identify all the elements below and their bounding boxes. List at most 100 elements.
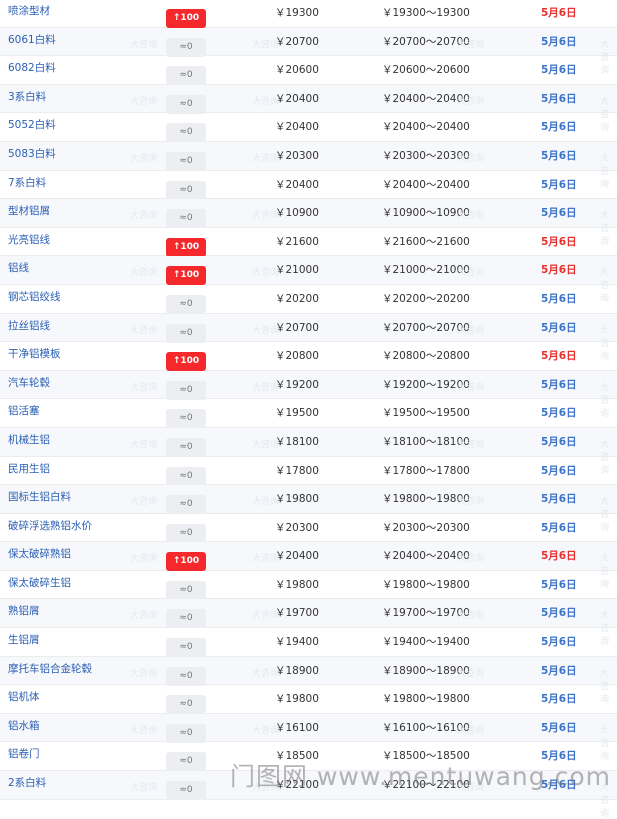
update-date: 5月6日 xyxy=(541,292,577,305)
table-row: 5083白料 ≈0 ￥20300 ￥20300～20300 5月6日 大咨询 大咨询 大咨询大… xyxy=(0,141,617,190)
product-name-link[interactable]: 铝活塞 xyxy=(8,399,40,428)
price-value: ￥19700 xyxy=(275,607,319,620)
table-row: 摩托车铝合金轮毂 ≈0 ￥18900 ￥18900～18900 5月6日 大咨询 大咨询 大咨… xyxy=(0,656,617,705)
table-row: 汽车轮毂 ≈0 ￥19200 ￥19200～19200 5月6日 大咨询 大咨询 大咨询 大咨询 xyxy=(0,370,617,419)
update-date: 5月6日 xyxy=(541,378,577,391)
product-name-link[interactable]: 6082白料 xyxy=(8,56,56,85)
product-name-link[interactable]: 5083白料 xyxy=(8,142,56,171)
product-name-link[interactable]: 生铝屑 xyxy=(8,628,40,657)
change-cell: ≈0 xyxy=(166,661,206,686)
product-name-link[interactable]: 2系白料 xyxy=(8,771,46,800)
price-value: ￥20300 xyxy=(275,521,319,534)
price-range: ￥20300～20300 xyxy=(382,521,470,534)
row-watermark: 大咨询 xyxy=(130,725,158,736)
product-name-link[interactable]: 光亮铝线 xyxy=(8,228,50,257)
change-cell: ≈0 xyxy=(166,632,206,658)
price-range: ￥10900～10900 xyxy=(382,207,470,220)
change-flat-badge: ≈0 xyxy=(166,723,206,743)
price-range: ￥17800～17800 xyxy=(382,464,470,477)
update-date: 5月6日 xyxy=(541,664,577,677)
change-cell: ≈0 xyxy=(166,89,206,114)
product-name-link[interactable]: 拉丝铝线 xyxy=(8,314,50,343)
change-flat-badge: ≈0 xyxy=(166,66,206,86)
product-name-link[interactable]: 干净铝模板 xyxy=(8,342,61,371)
row-watermark: 大咨询 xyxy=(130,211,158,222)
product-name-link[interactable]: 钢芯铝绞线 xyxy=(8,285,61,314)
table-row: 钢芯铝绞线 ≈0 ￥20200 ￥20200～20200 5月6日 xyxy=(0,285,617,314)
price-value: ￥20700 xyxy=(275,35,319,48)
update-date: 5月6日 xyxy=(541,7,577,19)
price-value: ￥19800 xyxy=(275,693,319,706)
product-name-link[interactable]: 汽车轮毂 xyxy=(8,371,50,400)
table-row: 6082白料 ≈0 ￥20600 ￥20600～20600 5月6日 xyxy=(0,56,617,86)
price-range: ￥18900～18900 xyxy=(382,664,470,677)
change-cell: ≈0 xyxy=(166,689,206,715)
table-row: 5052白料 ≈0 ￥20400 ￥20400～20400 5月6日 xyxy=(0,113,617,143)
table-row: 喷涂型材 ↑100 ￥19300 ￥19300～19300 5月6日 xyxy=(0,0,617,28)
table-row: 铝活塞 ≈0 ￥19500 ￥19500～19500 5月6日 xyxy=(0,399,617,429)
change-flat-badge: ≈0 xyxy=(166,123,206,143)
change-cell: ↑100 xyxy=(166,546,206,572)
change-flat-badge: ≈0 xyxy=(166,209,206,229)
product-name-link[interactable]: 铝机体 xyxy=(8,685,40,714)
change-cell: ≈0 xyxy=(166,289,206,314)
change-flat-badge: ≈0 xyxy=(166,580,206,600)
change-cell: ↑100 xyxy=(166,346,206,372)
row-watermark: 大咨询 xyxy=(130,96,158,107)
product-name-link[interactable]: 国标生铝白料 xyxy=(8,485,71,514)
change-cell: ≈0 xyxy=(166,575,206,600)
table-row: 铝水箱 ≈0 ￥16100 ￥16100～16100 5月6日 大咨询 大咨询 大咨询 大咨询 xyxy=(0,713,617,762)
price-value: ￥20300 xyxy=(275,149,319,162)
change-flat-badge: ≈0 xyxy=(166,437,206,457)
product-name-link[interactable]: 型材铝屑 xyxy=(8,199,50,228)
product-name-link[interactable]: 破碎浮选熟铝水价 xyxy=(8,514,92,543)
product-name-link[interactable]: 摩托车铝合金轮毂 xyxy=(8,657,92,686)
change-flat-badge: ≈0 xyxy=(166,380,206,400)
change-flat-badge: ≈0 xyxy=(166,638,206,658)
price-value: ￥20400 xyxy=(275,550,319,563)
product-name-link[interactable]: 铝卷门 xyxy=(8,742,40,771)
product-name-link[interactable]: 保太破碎生铝 xyxy=(8,571,71,600)
price-value: ￥18100 xyxy=(275,435,319,448)
change-cell: ≈0 xyxy=(166,60,206,86)
change-cell: ≈0 xyxy=(166,175,206,200)
change-flat-badge: ≈0 xyxy=(166,180,206,200)
price-range: ￥20400～20400 xyxy=(382,121,470,134)
table-row: 民用生铝 ≈0 ￥17800 ￥17800～17800 5月6日 xyxy=(0,457,617,486)
product-name-link[interactable]: 熟铝屑 xyxy=(8,599,40,628)
price-range: ￥20400～20400 xyxy=(382,92,470,105)
product-name-link[interactable]: 喷涂型材 xyxy=(8,0,50,28)
product-name-link[interactable]: 机械生铝 xyxy=(8,428,50,457)
change-flat-badge: ≈0 xyxy=(166,666,206,686)
table-row: 拉丝铝线 ≈0 ￥20700 ￥20700～20700 5月6日 大咨询 大咨询 大咨询 大咨询 xyxy=(0,313,617,362)
change-cell: ≈0 xyxy=(166,432,206,457)
product-name-link[interactable]: 6061白料 xyxy=(8,28,56,57)
update-date: 5月6日 xyxy=(541,550,577,563)
product-name-link[interactable]: 3系白料 xyxy=(8,85,46,114)
product-name-link[interactable]: 铝水箱 xyxy=(8,714,40,743)
price-table: 喷涂型材 ↑100 ￥19300 ￥19300～19300 5月6日 6061白料 ≈0 ￥2… xyxy=(0,0,617,819)
update-date: 5月6日 xyxy=(541,178,577,191)
product-name-link[interactable]: 5052白料 xyxy=(8,113,56,142)
price-value: ￥16100 xyxy=(275,721,319,734)
product-name-link[interactable]: 铝线 xyxy=(8,256,29,285)
price-value: ￥21600 xyxy=(275,235,319,248)
table-row: 破碎浮选熟铝水价 ≈0 ￥20300 ￥20300～20300 5月6日 xyxy=(0,514,617,543)
product-name-link[interactable]: 民用生铝 xyxy=(8,457,50,486)
update-date: 5月6日 xyxy=(541,607,577,620)
product-name-link[interactable]: 保太破碎熟铝 xyxy=(8,542,71,571)
update-date: 5月6日 xyxy=(541,636,577,649)
change-up-badge: ↑100 xyxy=(166,352,206,372)
table-row: 机械生铝 ≈0 ￥18100 ￥18100～18100 5月6日 大咨询 大咨询 大咨询 大咨询 xyxy=(0,427,617,476)
product-name-link[interactable]: 7系白料 xyxy=(8,171,46,200)
table-row: 国标生铝白料 ≈0 ￥19800 ￥19800～19800 5月6日 大咨询 大咨询 大咨询大… xyxy=(0,485,617,533)
change-cell: ≈0 xyxy=(166,746,206,772)
price-value: ￥20800 xyxy=(275,350,319,363)
price-range: ￥20200～20200 xyxy=(382,292,470,305)
price-value: ￥20700 xyxy=(275,321,319,334)
price-value: ￥17800 xyxy=(275,464,319,477)
update-date: 5月6日 xyxy=(541,721,577,734)
change-cell: ≈0 xyxy=(166,518,206,543)
price-range: ￥20700～20700 xyxy=(382,321,470,334)
change-up-badge: ↑100 xyxy=(166,9,206,28)
